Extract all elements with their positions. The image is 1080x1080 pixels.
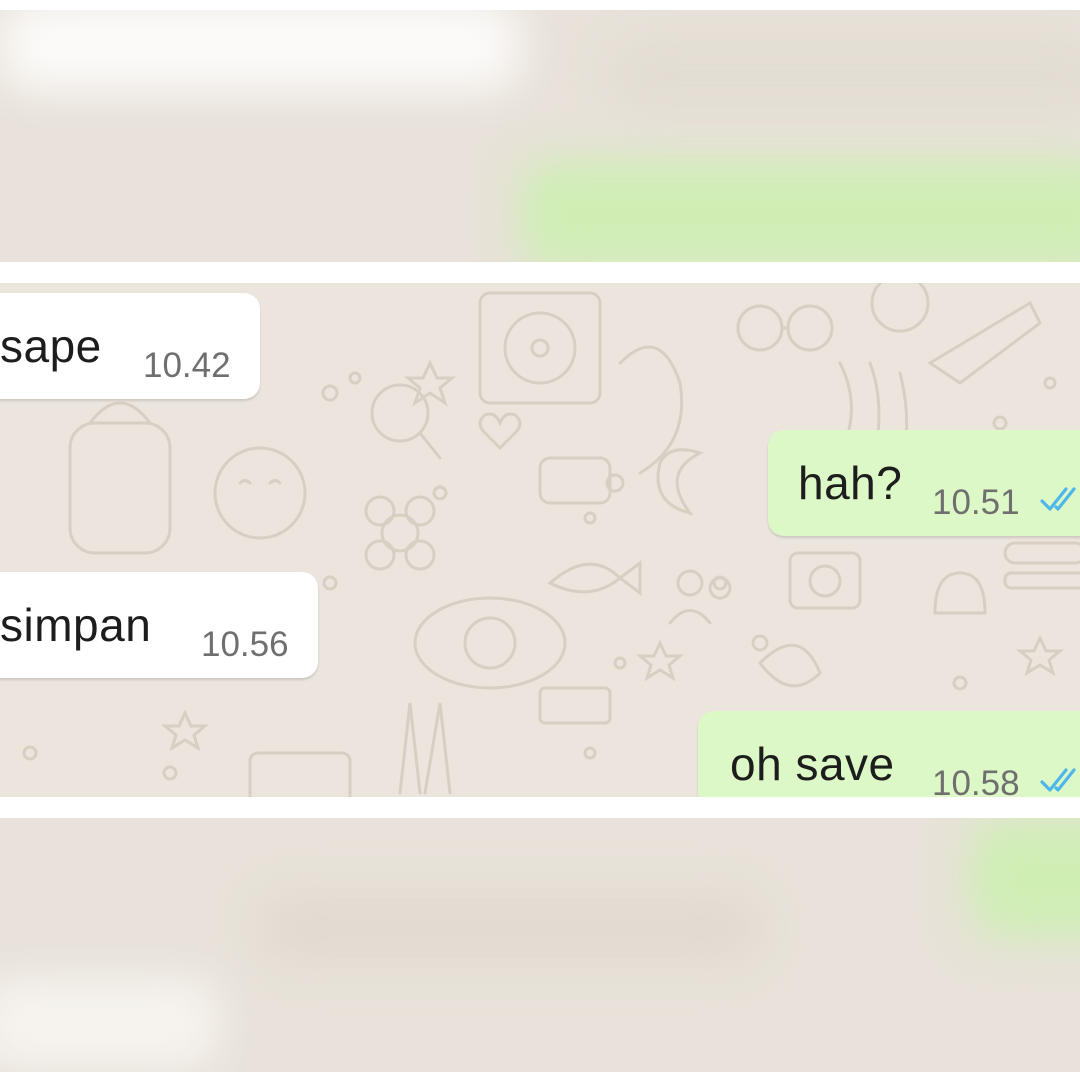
double-check-read-icon	[1040, 768, 1076, 792]
blurred-chat-top	[0, 10, 1080, 262]
message-text: hah?	[798, 457, 903, 509]
outgoing-message-bubble[interactable]: hah? 10.51	[768, 430, 1080, 536]
blurred-chat-bottom	[0, 818, 1080, 1072]
message-timestamp: 10.42	[143, 346, 231, 385]
message-timestamp: 10.56	[201, 625, 289, 664]
message-timestamp: 10.51	[932, 483, 1020, 522]
screenshot-frame: sape 10.42 hah? 10.51 simpan 10.56 oh sa…	[0, 0, 1080, 1080]
message-text: simpan	[0, 599, 152, 651]
outgoing-message-bubble[interactable]: oh save 10.58	[698, 711, 1080, 797]
incoming-message-bubble[interactable]: simpan 10.56	[0, 572, 318, 678]
incoming-message-bubble[interactable]: sape 10.42	[0, 293, 260, 399]
chat-panel[interactable]: sape 10.42 hah? 10.51 simpan 10.56 oh sa…	[0, 283, 1080, 797]
message-text: sape	[0, 320, 102, 372]
message-text: oh save	[730, 738, 895, 790]
double-check-read-icon	[1040, 487, 1076, 511]
message-timestamp: 10.58	[932, 764, 1020, 797]
